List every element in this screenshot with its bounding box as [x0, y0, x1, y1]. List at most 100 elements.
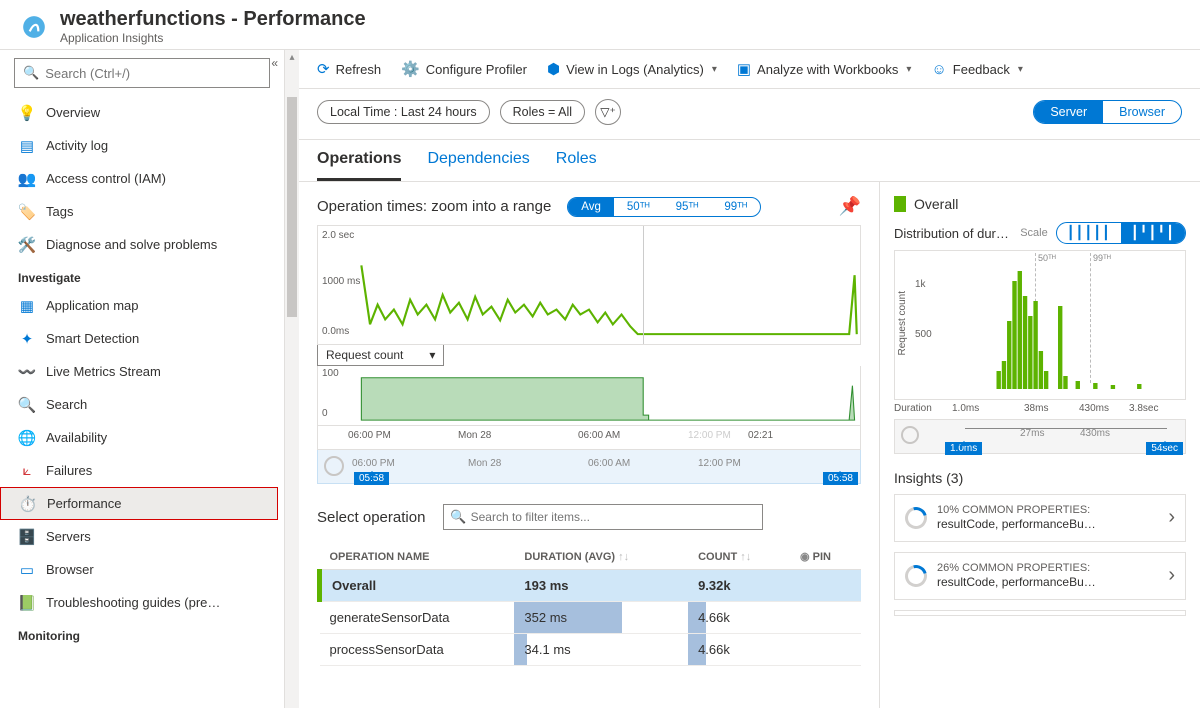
table-row[interactable]: generateSensorData 352 ms 4.66k: [320, 602, 862, 634]
tab-dependencies[interactable]: Dependencies: [427, 150, 529, 181]
refresh-icon: ⟳: [317, 60, 330, 78]
insight-card[interactable]: [894, 610, 1186, 616]
search-icon: 🔍: [18, 396, 36, 414]
feedback-button[interactable]: ☺Feedback▾: [931, 61, 1022, 78]
operation-times-chart[interactable]: 2.0 sec 1000 ms 0.0ms: [317, 225, 861, 345]
time-range-pill[interactable]: Local Time : Last 24 hours: [317, 100, 490, 124]
server-browser-toggle[interactable]: Server Browser: [1033, 100, 1182, 124]
collapse-sidebar-icon[interactable]: «: [271, 56, 278, 70]
pulse-icon: 〰️: [18, 363, 36, 381]
insight-card[interactable]: 10% COMMON PROPERTIES:resultCode, perfor…: [894, 494, 1186, 542]
page-title: weatherfunctions - Performance: [60, 8, 366, 31]
tag-icon: 🏷️: [18, 203, 36, 221]
nav-access-control[interactable]: 👥Access control (IAM): [0, 162, 278, 195]
perc-95[interactable]: 95ᵀᴴ: [663, 198, 712, 216]
perc-avg[interactable]: Avg: [568, 198, 614, 216]
gear-icon: ⚙️: [401, 60, 420, 78]
log-icon: ▤: [18, 137, 36, 155]
dur-handle-left[interactable]: 1.0ms: [945, 442, 982, 455]
performance-icon: ⏱️: [19, 495, 37, 513]
sidebar-search[interactable]: 🔍: [14, 58, 270, 88]
toggle-browser[interactable]: Browser: [1103, 101, 1181, 123]
nav-availability[interactable]: 🌐Availability: [0, 421, 278, 454]
nav-servers[interactable]: 🗄️Servers: [0, 520, 278, 553]
scale-toggle[interactable]: ┃┃┃┃┃ ┃╹┃╹┃: [1056, 222, 1186, 244]
sidebar-scrollbar[interactable]: ▴: [285, 50, 299, 708]
lightbulb-icon: 💡: [18, 104, 36, 122]
col-pin[interactable]: ◉ PIN: [790, 544, 861, 570]
scale-linear[interactable]: ┃┃┃┃┃: [1057, 223, 1121, 243]
title-bar: weatherfunctions - Performance Applicati…: [0, 0, 1200, 50]
chevron-down-icon: ▾: [712, 64, 717, 75]
tab-operations[interactable]: Operations: [317, 150, 401, 181]
nav-search[interactable]: 🔍Search: [0, 388, 278, 421]
dur-handle-right[interactable]: 54sec: [1146, 442, 1183, 455]
browser-icon: ▭: [18, 561, 36, 579]
col-count[interactable]: COUNT ↑↓: [688, 544, 790, 570]
nav-browser[interactable]: ▭Browser: [0, 553, 278, 586]
add-filter-button[interactable]: ▽⁺: [595, 99, 621, 125]
duration-histogram[interactable]: Request count 1k 500 50ᵀᴴ 99ᵀᴴ: [894, 250, 1186, 400]
analyze-workbooks-button[interactable]: ▣Analyze with Workbooks▾: [737, 60, 912, 78]
globe-icon: 🌐: [18, 429, 36, 447]
slider-handle-left[interactable]: 05:58: [354, 472, 389, 485]
perc-99[interactable]: 99ᵀᴴ: [711, 198, 760, 216]
scale-log[interactable]: ┃╹┃╹┃: [1121, 223, 1185, 243]
nav-performance[interactable]: ⏱️Performance: [0, 487, 278, 520]
funnel-icon: ▽⁺: [600, 105, 616, 119]
view-in-logs-button[interactable]: ⬢View in Logs (Analytics)▾: [547, 60, 717, 78]
smile-icon: ☺: [931, 61, 946, 78]
duration-range-slider[interactable]: 27ms 430ms 1.0ms 54sec: [894, 420, 1186, 454]
nav-troubleshooting[interactable]: 📗Troubleshooting guides (pre…: [0, 586, 278, 619]
request-count-chart[interactable]: 100 0: [317, 366, 861, 426]
nav-diagnose[interactable]: 🛠️Diagnose and solve problems: [0, 228, 278, 261]
nav-activity-log[interactable]: ▤Activity log: [0, 129, 278, 162]
chevron-right-icon: ›: [1168, 506, 1175, 529]
overall-header: Overall: [894, 196, 1186, 212]
duration-axis: Duration 1.0ms 38ms 430ms 3.8sec: [894, 400, 1186, 420]
time-axis: 06:00 PM Mon 28 06:00 AM 12:00 PM 02:21: [317, 426, 861, 450]
nav-overview[interactable]: 💡Overview: [0, 96, 278, 129]
col-duration[interactable]: DURATION (AVG) ↑↓: [514, 544, 688, 570]
configure-profiler-button[interactable]: ⚙️Configure Profiler: [401, 60, 527, 78]
nav-failures[interactable]: ⟀Failures: [0, 454, 278, 487]
nav-tags[interactable]: 🏷️Tags: [0, 195, 278, 228]
chevron-down-icon: ▾: [1018, 64, 1023, 75]
slider-handle-right[interactable]: 05:58: [823, 472, 858, 485]
insights-heading: Insights (3): [894, 470, 1186, 486]
sidebar-nav: 💡Overview ▤Activity log 👥Access control …: [0, 96, 284, 708]
time-range-slider[interactable]: 06:00 PM Mon 28 06:00 AM 12:00 PM 05:58 …: [317, 450, 861, 484]
refresh-button[interactable]: ⟳Refresh: [317, 60, 381, 78]
workbook-icon: ▣: [737, 60, 751, 78]
toolbar: ⟳Refresh ⚙️Configure Profiler ⬢View in L…: [299, 50, 1200, 89]
people-icon: 👥: [18, 170, 36, 188]
table-row[interactable]: processSensorData 34.1 ms 4.66k: [320, 634, 862, 666]
sidebar-search-input[interactable]: [45, 66, 261, 81]
roles-pill[interactable]: Roles = All: [500, 100, 585, 124]
percentile-toggle[interactable]: Avg 50ᵀᴴ 95ᵀᴴ 99ᵀᴴ: [567, 197, 761, 217]
chart-title: Operation times: zoom into a range: [317, 198, 551, 215]
search-icon: 🔍: [450, 509, 466, 525]
failures-icon: ⟀: [18, 462, 36, 480]
request-count-select[interactable]: Request count▾: [317, 344, 444, 366]
table-row-overall[interactable]: Overall 193 ms 9.32k: [320, 570, 862, 602]
nav-live-metrics[interactable]: 〰️Live Metrics Stream: [0, 355, 278, 388]
sort-icon: ↑↓: [740, 551, 751, 563]
logs-icon: ⬢: [547, 60, 560, 78]
filter-bar: Local Time : Last 24 hours Roles = All ▽…: [299, 89, 1200, 140]
col-name[interactable]: OPERATION NAME: [320, 544, 515, 570]
clock-icon: [901, 426, 919, 444]
view-tabs: Operations Dependencies Roles: [299, 140, 1200, 182]
chevron-down-icon: ▾: [906, 64, 911, 75]
operation-search[interactable]: 🔍: [443, 504, 763, 530]
perc-50[interactable]: 50ᵀᴴ: [614, 198, 663, 216]
sidebar: « 🔍 💡Overview ▤Activity log 👥Access cont…: [0, 50, 285, 708]
operation-search-input[interactable]: [471, 510, 757, 524]
nav-smart-detection[interactable]: ✦Smart Detection: [0, 322, 278, 355]
server-icon: 🗄️: [18, 528, 36, 546]
pin-icon[interactable]: 📌: [839, 196, 861, 217]
nav-application-map[interactable]: ▦Application map: [0, 289, 278, 322]
tab-roles[interactable]: Roles: [556, 150, 597, 181]
insight-card[interactable]: 26% COMMON PROPERTIES:resultCode, perfor…: [894, 552, 1186, 600]
toggle-server[interactable]: Server: [1034, 101, 1103, 123]
